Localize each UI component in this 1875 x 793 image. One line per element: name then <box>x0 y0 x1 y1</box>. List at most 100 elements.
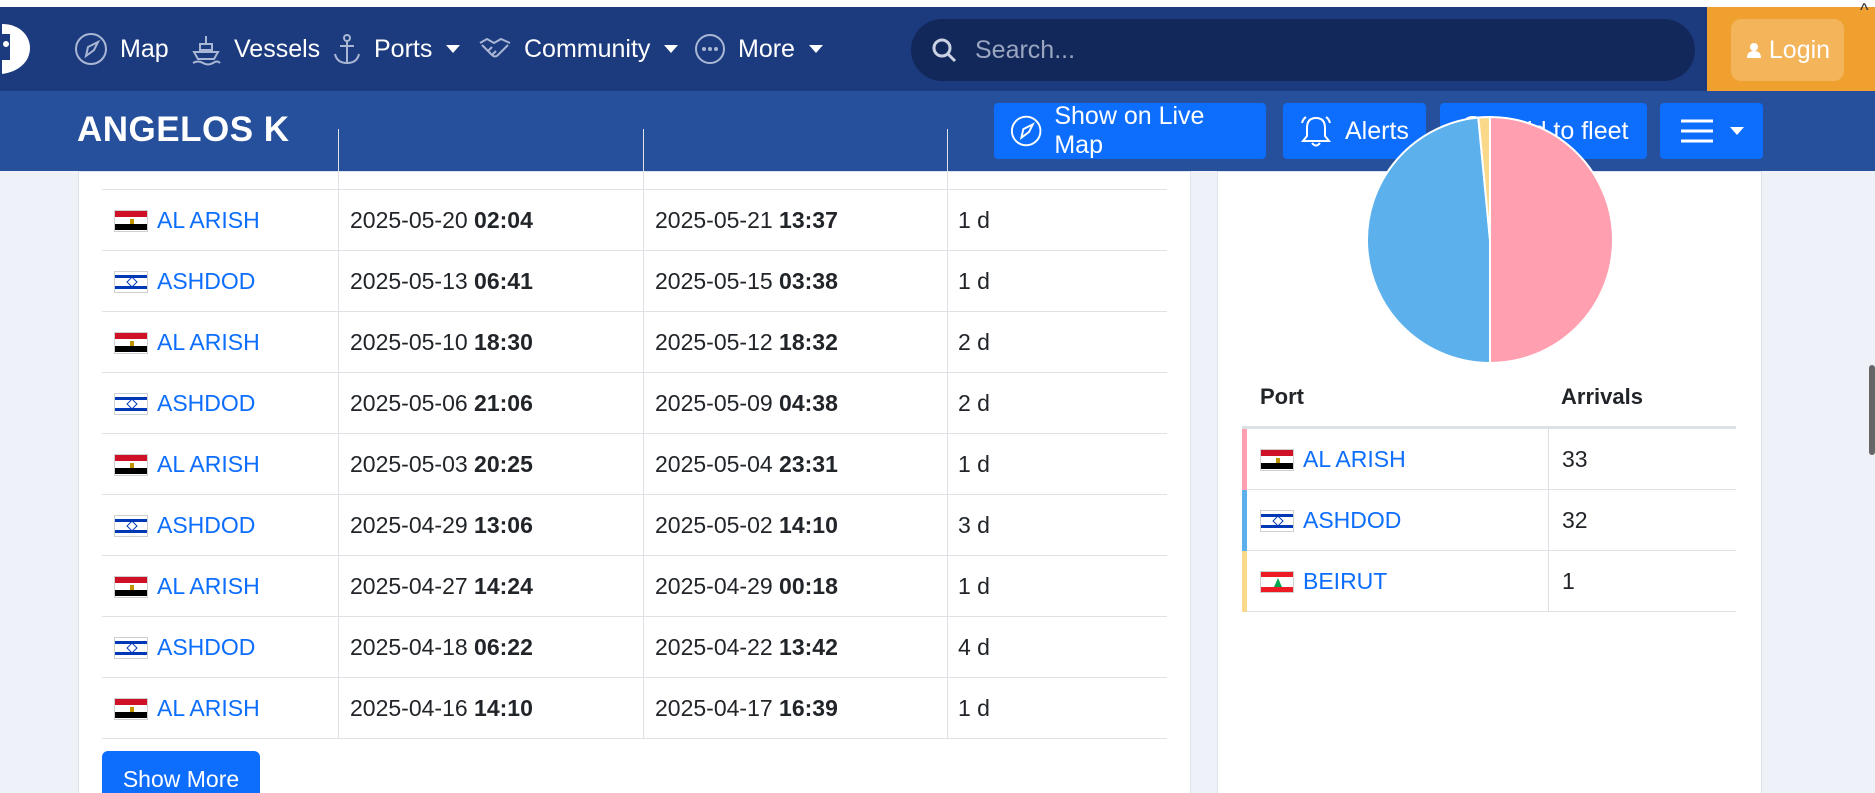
port-stats-row: ASHDOD 32 <box>1242 490 1736 551</box>
handshake-icon <box>479 37 511 58</box>
arrival-cell: 2025-04-18 06:22 <box>350 617 533 678</box>
options-menu-button[interactable] <box>1660 103 1763 159</box>
scrollbar-thumb[interactable] <box>1869 365 1875 455</box>
chevron-down-icon <box>446 45 461 53</box>
port-link[interactable]: AL ARISH <box>157 573 260 600</box>
departure-time: 18:32 <box>779 329 838 355</box>
arrivals-count: 32 <box>1562 507 1588 533</box>
anchor-icon <box>334 34 360 65</box>
top-strip <box>0 0 1875 7</box>
departure-time: 14:10 <box>779 512 838 538</box>
pie-slice-al-arish[interactable] <box>1489 115 1614 365</box>
arrival-time: 14:24 <box>474 573 533 599</box>
arrivals-count: 1 <box>1562 568 1575 594</box>
site-logo-icon[interactable] <box>0 20 32 76</box>
arrivals-column-header: Arrivals <box>1561 384 1643 409</box>
chevron-down-icon <box>664 45 679 53</box>
duration-cell: 1 d <box>958 451 990 477</box>
departure-cell: 2025-05-15 03:38 <box>655 251 838 312</box>
departure-date: 2025-04-29 <box>655 573 773 599</box>
departure-time: 13:42 <box>779 634 838 660</box>
login-label: Login <box>1768 35 1831 64</box>
search-input[interactable] <box>975 35 1655 65</box>
departure-time: 23:31 <box>779 451 838 477</box>
table-row: AL ARISH 2025-04-16 14:10 2025-04-17 16:39… <box>102 678 1167 739</box>
arrivals-count: 33 <box>1562 446 1588 472</box>
departure-date: 2025-05-02 <box>655 512 773 538</box>
departure-cell: 2025-04-29 00:18 <box>655 556 838 617</box>
arrival-cell: 2025-05-13 06:41 <box>350 251 533 312</box>
port-link[interactable]: AL ARISH <box>157 207 260 234</box>
israel-flag-icon <box>114 514 148 537</box>
israel-flag-icon <box>114 270 148 293</box>
port-link[interactable]: ASHDOD <box>157 390 255 417</box>
egypt-flag-icon <box>114 209 148 232</box>
arrival-date: 2025-05-20 <box>350 207 468 233</box>
departure-cell: 2025-04-17 16:39 <box>655 678 838 739</box>
arrival-time: 14:10 <box>474 695 533 721</box>
port-link[interactable]: AL ARISH <box>1303 446 1406 473</box>
departure-cell: 2025-05-12 18:32 <box>655 312 838 373</box>
nav-ports[interactable]: Ports <box>332 28 461 70</box>
port-link[interactable]: ASHDOD <box>1303 507 1401 534</box>
port-link[interactable]: AL ARISH <box>157 451 260 478</box>
port-link[interactable]: ASHDOD <box>157 512 255 539</box>
arrival-date: 2025-05-03 <box>350 451 468 477</box>
pie-slice-ashdod[interactable] <box>1366 116 1491 365</box>
departure-cell: 2025-05-02 14:10 <box>655 495 838 556</box>
table-row: ASHDOD 2025-05-06 21:06 2025-05-09 04:38 2 … <box>102 373 1167 434</box>
arrival-date: 2025-04-18 <box>350 634 468 660</box>
user-icon <box>1746 43 1761 58</box>
departure-time: 13:37 <box>779 207 838 233</box>
nav-vessels[interactable]: Vessels <box>190 28 320 70</box>
compass-icon <box>75 33 107 65</box>
show-more-button[interactable]: Show More <box>102 751 260 793</box>
series-color-swatch <box>1242 490 1247 551</box>
port-link[interactable]: ASHDOD <box>157 268 255 295</box>
duration-cell: 1 d <box>958 268 990 294</box>
table-row: AL ARISH 2025-05-03 20:25 2025-05-04 23:31… <box>102 434 1167 495</box>
departure-date: 2025-05-15 <box>655 268 773 294</box>
duration-cell: 1 d <box>958 573 990 599</box>
departure-date: 2025-05-21 <box>655 207 773 233</box>
departure-time: 04:38 <box>779 390 838 416</box>
nav-more-label: More <box>738 34 795 63</box>
departure-cell: 2025-05-04 23:31 <box>655 434 838 495</box>
chevron-down-icon <box>808 45 823 53</box>
chevron-down-icon <box>1729 127 1744 135</box>
arrival-cell: 2025-05-03 20:25 <box>350 434 533 495</box>
departure-time: 16:39 <box>779 695 838 721</box>
nav-more[interactable]: More <box>694 28 823 70</box>
port-link[interactable]: AL ARISH <box>157 695 260 722</box>
table-row: AL ARISH 2025-04-27 14:24 2025-04-29 00:18… <box>102 556 1167 617</box>
chevron-up-icon[interactable]: ^ <box>1860 0 1875 20</box>
port-link[interactable]: BEIRUT <box>1303 568 1387 595</box>
arrival-time: 20:25 <box>474 451 533 477</box>
arrival-cell: 2025-05-10 18:30 <box>350 312 533 373</box>
departure-date: 2025-04-17 <box>655 695 773 721</box>
arrival-date: 2025-04-27 <box>350 573 468 599</box>
departure-cell: 2025-04-22 13:42 <box>655 617 838 678</box>
table-row: AL ARISH 2025-05-20 02:04 2025-05-21 13:37… <box>102 190 1167 251</box>
duration-cell: 1 d <box>958 207 990 233</box>
duration-cell: 4 d <box>958 634 990 660</box>
port-stats-row: BEIRUT 1 <box>1242 551 1736 612</box>
nav-ports-label: Ports <box>374 34 433 63</box>
arrival-cell: 2025-05-06 21:06 <box>350 373 533 434</box>
nav-map[interactable]: Map <box>74 28 169 70</box>
arrival-date: 2025-05-10 <box>350 329 468 355</box>
nav-community-label: Community <box>524 34 651 63</box>
arrival-time: 21:06 <box>474 390 533 416</box>
arrival-cell: 2025-04-27 14:24 <box>350 556 533 617</box>
nav-community[interactable]: Community <box>478 28 679 70</box>
table-row: AL ARISH 2025-05-10 18:30 2025-05-12 18:32… <box>102 312 1167 373</box>
arrival-date: 2025-05-13 <box>350 268 468 294</box>
arrival-cell: 2025-04-29 13:06 <box>350 495 533 556</box>
arrival-time: 06:41 <box>474 268 533 294</box>
login-button[interactable]: Login <box>1731 19 1844 81</box>
arrival-date: 2025-05-06 <box>350 390 468 416</box>
series-color-swatch <box>1242 551 1247 612</box>
port-link[interactable]: AL ARISH <box>157 329 260 356</box>
search-bar[interactable] <box>911 19 1695 81</box>
port-link[interactable]: ASHDOD <box>157 634 255 661</box>
